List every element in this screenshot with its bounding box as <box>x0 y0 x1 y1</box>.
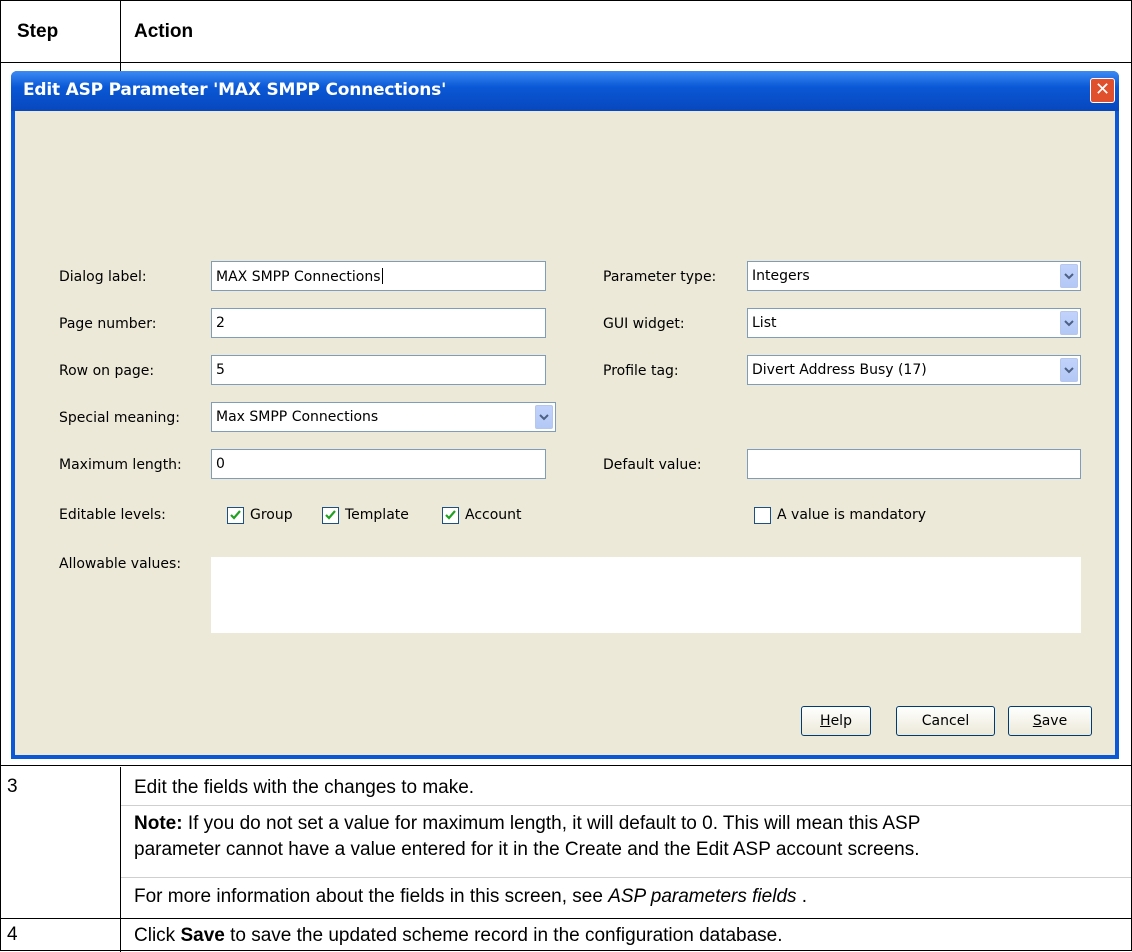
column-divider <box>120 919 121 952</box>
cancel-label: Cancel <box>921 713 970 729</box>
step-3-instruction: Edit the fields with the changes to make… <box>134 777 475 798</box>
gui-widget-dropdown-button[interactable] <box>1060 311 1078 335</box>
help-label-rest: elp <box>830 713 852 729</box>
row-on-page-value: 5 <box>216 362 225 378</box>
allowable-values-textarea[interactable] <box>211 557 1081 633</box>
template-checkbox[interactable]: Template <box>322 507 432 527</box>
step-4-suffix: to save the updated scheme record in the… <box>224 925 783 946</box>
step-4-prefix: Click <box>134 925 181 946</box>
save-button[interactable]: Save <box>1008 706 1092 736</box>
special-meaning-label: Special meaning: <box>59 410 180 426</box>
cancel-button[interactable]: Cancel <box>896 706 995 736</box>
template-checkbox-box[interactable] <box>322 507 339 524</box>
page-number-value: 2 <box>216 315 225 331</box>
check-icon <box>445 510 456 520</box>
close-button[interactable]: ✕ <box>1090 78 1115 103</box>
gui-widget-select[interactable]: List <box>747 308 1081 338</box>
maximum-length-value: 0 <box>216 456 225 472</box>
note-line-2: parameter cannot have a value entered fo… <box>134 838 920 860</box>
table-row-step-4: 4 Click Save to save the updated scheme … <box>1 919 1131 952</box>
dialog-titlebar[interactable]: Edit ASP Parameter 'MAX SMPP Connections… <box>11 71 1119 111</box>
page-number-field[interactable]: 2 <box>211 308 546 338</box>
close-icon: ✕ <box>1094 79 1111 100</box>
page-number-label: Page number: <box>59 316 157 332</box>
step-3-note: Note: If you do not set a value for maxi… <box>134 811 920 862</box>
more-info-prefix: For more information about the fields in… <box>134 886 609 907</box>
header-action: Action <box>134 21 194 42</box>
mandatory-checkbox-box[interactable] <box>754 507 771 524</box>
dialog-title: Edit ASP Parameter 'MAX SMPP Connections… <box>23 80 447 100</box>
dialog-label-label: Dialog label: <box>59 269 147 285</box>
step-number: 4 <box>7 924 18 945</box>
gui-widget-value: List <box>752 315 777 331</box>
gui-widget-label: GUI widget: <box>603 316 685 332</box>
save-mnemonic: S <box>1032 713 1042 729</box>
mandatory-checkbox-label: A value is mandatory <box>777 507 927 523</box>
column-divider <box>120 1 121 63</box>
profile-tag-value: Divert Address Busy (17) <box>752 362 927 378</box>
group-checkbox[interactable]: Group <box>227 507 307 527</box>
procedure-table: Step Action Edit ASP Parameter 'MAX SMPP… <box>0 0 1132 952</box>
special-meaning-value: Max SMPP Connections <box>216 409 379 425</box>
check-icon <box>325 510 336 520</box>
table-header-row: Step Action <box>1 1 1131 63</box>
screenshot-row: Edit ASP Parameter 'MAX SMPP Connections… <box>1 63 1131 766</box>
parameter-type-dropdown-button[interactable] <box>1060 264 1078 288</box>
profile-tag-dropdown-button[interactable] <box>1060 358 1078 382</box>
note-line-1: If you do not set a value for maximum le… <box>182 813 921 834</box>
account-checkbox[interactable]: Account <box>442 507 542 527</box>
parameter-type-value: Integers <box>752 268 810 284</box>
step-4-save-word: Save <box>180 925 225 946</box>
dialog-label-value: MAX SMPP Connections <box>216 269 381 285</box>
chevron-down-icon <box>539 414 549 421</box>
mandatory-checkbox[interactable]: A value is mandatory <box>754 507 954 527</box>
step-3-more-info: For more information about the fields in… <box>134 884 807 910</box>
help-button[interactable]: Help <box>801 706 871 736</box>
group-checkbox-label: Group <box>250 507 293 523</box>
dialog-label-field[interactable]: MAX SMPP Connections <box>211 261 546 291</box>
row-on-page-field[interactable]: 5 <box>211 355 546 385</box>
edit-asp-parameter-dialog: Edit ASP Parameter 'MAX SMPP Connections… <box>11 71 1119 759</box>
editable-levels-label: Editable levels: <box>59 507 166 523</box>
account-checkbox-label: Account <box>465 507 522 523</box>
template-checkbox-label: Template <box>345 507 409 523</box>
chevron-down-icon <box>1064 320 1074 327</box>
dialog-body: Dialog label: MAX SMPP Connections Page … <box>15 111 1115 755</box>
account-checkbox-box[interactable] <box>442 507 459 524</box>
chevron-down-icon <box>1064 367 1074 374</box>
asp-parameters-fields-link[interactable]: ASP parameters fields <box>608 886 796 907</box>
text-caret <box>381 268 383 284</box>
step-4-instruction: Click Save to save the updated scheme re… <box>134 923 783 949</box>
special-meaning-dropdown-button[interactable] <box>535 405 553 429</box>
more-info-suffix: . <box>796 886 808 907</box>
column-divider <box>120 767 121 918</box>
row-on-page-label: Row on page: <box>59 363 155 379</box>
parameter-type-label: Parameter type: <box>603 269 717 285</box>
group-checkbox-box[interactable] <box>227 507 244 524</box>
help-mnemonic: H <box>820 713 831 729</box>
table-row-step-3: 3 Edit the fields with the changes to ma… <box>1 767 1131 919</box>
maximum-length-field[interactable]: 0 <box>211 449 546 479</box>
paragraph-divider <box>121 877 1131 878</box>
default-value-field[interactable] <box>747 449 1081 479</box>
check-icon <box>230 510 241 520</box>
header-step: Step <box>17 21 59 42</box>
chevron-down-icon <box>1064 273 1074 280</box>
special-meaning-select[interactable]: Max SMPP Connections <box>211 402 556 432</box>
parameter-type-select[interactable]: Integers <box>747 261 1081 291</box>
allowable-values-label: Allowable values: <box>59 556 182 572</box>
column-divider <box>120 63 121 71</box>
paragraph-divider <box>121 805 1131 806</box>
profile-tag-select[interactable]: Divert Address Busy (17) <box>747 355 1081 385</box>
note-label: Note: <box>134 813 183 834</box>
profile-tag-label: Profile tag: <box>603 363 679 379</box>
default-value-label: Default value: <box>603 457 702 473</box>
maximum-length-label: Maximum length: <box>59 457 182 473</box>
step-number: 3 <box>7 776 18 797</box>
save-label-rest: ave <box>1041 713 1068 729</box>
